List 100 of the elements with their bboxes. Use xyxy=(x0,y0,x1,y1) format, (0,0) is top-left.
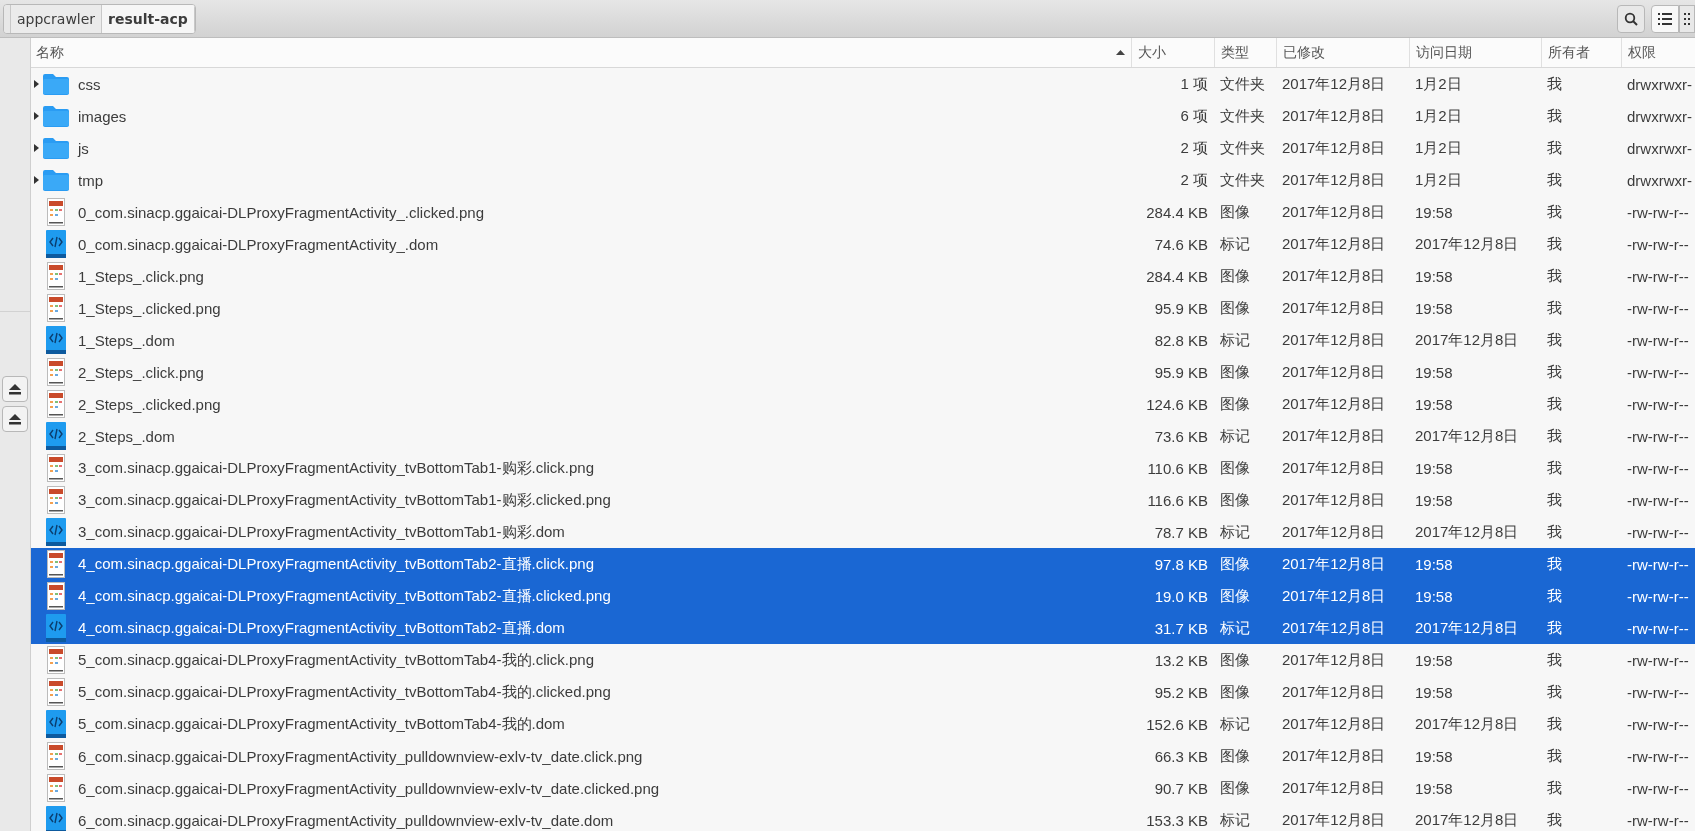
image-thumbnail-icon xyxy=(47,198,65,226)
file-size: 31.7 KB xyxy=(1153,619,1209,637)
file-size: 284.4 KB xyxy=(1145,267,1209,285)
image-thumbnail-icon xyxy=(47,582,65,610)
file-owner: 我 xyxy=(1546,298,1563,318)
file-name: 0_com.sinacp.ggaicai-DLProxyFragmentActivity_.dom xyxy=(78,235,439,253)
sort-ascending-icon xyxy=(1116,50,1125,55)
column-header[interactable]: 大小 xyxy=(1131,38,1214,67)
modified-date: 2017年12月8日 xyxy=(1281,522,1387,542)
file-row[interactable]: 1_Steps_.click.png 284.4 KB 图像 2017年12月8日 19:58 我 -rw-rw-r-- xyxy=(31,260,1695,292)
modified-date: 2017年12月8日 xyxy=(1281,458,1387,478)
file-permissions: drwxrwxr- xyxy=(1626,139,1693,157)
file-row[interactable]: 4_com.sinacp.ggaicai-DLProxyFragmentActivity_tvBottomTab2-直播.clicked.png 19.0 KB 图像 2017年12月8日 19:58 我 -rw-rw-r-- xyxy=(31,580,1695,612)
file-row[interactable]: 5_com.sinacp.ggaicai-DLProxyFragmentActivity_tvBottomTab4-我的.clicked.png 95.2 KB 图像 2017年12月8日 19:58 我 -rw-rw-r-- xyxy=(31,676,1695,708)
file-permissions: -rw-rw-r-- xyxy=(1626,811,1690,829)
file-size: 90.7 KB xyxy=(1153,779,1209,797)
grid-icon xyxy=(1684,12,1690,25)
code-file-icon xyxy=(46,806,66,831)
code-file-icon xyxy=(46,614,66,642)
modified-date: 2017年12月8日 xyxy=(1281,490,1387,510)
file-row[interactable]: 2_Steps_.click.png 95.9 KB 图像 2017年12月8日 19:58 我 -rw-rw-r-- xyxy=(31,356,1695,388)
breadcrumb-item[interactable]: result-acp xyxy=(102,4,195,33)
file-permissions: -rw-rw-r-- xyxy=(1626,267,1690,285)
file-row[interactable]: 3_com.sinacp.ggaicai-DLProxyFragmentActivity_tvBottomTab1-购彩.click.png 110.6 KB 图像 2017年12月8日 19:58 我 -rw-rw-r-- xyxy=(31,452,1695,484)
file-row[interactable]: images 6 项 文件夹 2017年12月8日 1月2日 我 drwxrwxr- xyxy=(31,100,1695,132)
file-name: 6_com.sinacp.ggaicai-DLProxyFragmentActivity_pulldownview-exlv-tv_date.clicked.png xyxy=(78,779,660,797)
file-row[interactable]: js 2 项 文件夹 2017年12月8日 1月2日 我 drwxrwxr- xyxy=(31,132,1695,164)
accessed-date: 19:58 xyxy=(1414,459,1454,477)
file-type: 标记 xyxy=(1219,234,1251,254)
modified-date: 2017年12月8日 xyxy=(1281,554,1387,574)
folder-icon xyxy=(42,73,70,95)
column-header[interactable]: 类型 xyxy=(1214,38,1276,67)
search-button[interactable] xyxy=(1617,4,1645,33)
file-owner: 我 xyxy=(1546,234,1563,254)
file-row[interactable]: 1_Steps_.dom 82.8 KB 标记 2017年12月8日 2017年12月8日 我 -rw-rw-r-- xyxy=(31,324,1695,356)
file-type: 图像 xyxy=(1219,778,1251,798)
folder-icon xyxy=(42,105,70,127)
file-row[interactable]: 6_com.sinacp.ggaicai-DLProxyFragmentActivity_pulldownview-exlv-tv_date.click.png 66.3 KB 图像 2017年12月8日 19:58 我 -rw-rw-r-- xyxy=(31,740,1695,772)
expander-icon[interactable] xyxy=(33,112,39,120)
modified-date: 2017年12月8日 xyxy=(1281,618,1387,638)
column-label: 权限 xyxy=(1628,43,1656,62)
accessed-date: 2017年12月8日 xyxy=(1414,618,1520,638)
file-row[interactable]: 5_com.sinacp.ggaicai-DLProxyFragmentActivity_tvBottomTab4-我的.dom 152.6 KB 标记 2017年12月8日 2017年12月8日 我 -rw-rw-r-- xyxy=(31,708,1695,740)
eject-button[interactable] xyxy=(2,376,28,402)
modified-date: 2017年12月8日 xyxy=(1281,650,1387,670)
file-row[interactable]: 2_Steps_.clicked.png 124.6 KB 图像 2017年12月8日 19:58 我 -rw-rw-r-- xyxy=(31,388,1695,420)
file-permissions: -rw-rw-r-- xyxy=(1626,459,1690,477)
column-header[interactable]: 权限 xyxy=(1621,38,1695,67)
accessed-date: 19:58 xyxy=(1414,555,1454,573)
list-view-button[interactable] xyxy=(1651,4,1679,33)
file-row[interactable]: 5_com.sinacp.ggaicai-DLProxyFragmentActivity_tvBottomTab4-我的.click.png 13.2 KB 图像 2017年12月8日 19:58 我 -rw-rw-r-- xyxy=(31,644,1695,676)
file-type: 文件夹 xyxy=(1219,74,1266,94)
expander-icon[interactable] xyxy=(33,80,39,88)
file-type: 图像 xyxy=(1219,586,1251,606)
file-size: 13.2 KB xyxy=(1153,651,1209,669)
file-row[interactable]: tmp 2 项 文件夹 2017年12月8日 1月2日 我 drwxrwxr- xyxy=(31,164,1695,196)
file-row[interactable]: 3_com.sinacp.ggaicai-DLProxyFragmentActivity_tvBottomTab1-购彩.clicked.png 116.6 KB 图像 2017年12月8日 19:58 我 -rw-rw-r-- xyxy=(31,484,1695,516)
file-permissions: -rw-rw-r-- xyxy=(1626,779,1690,797)
expander-icon[interactable] xyxy=(33,144,39,152)
grid-view-button[interactable] xyxy=(1679,4,1695,33)
accessed-date: 19:58 xyxy=(1414,363,1454,381)
file-row[interactable]: 1_Steps_.clicked.png 95.9 KB 图像 2017年12月8日 19:58 我 -rw-rw-r-- xyxy=(31,292,1695,324)
file-row[interactable]: css 1 项 文件夹 2017年12月8日 1月2日 我 drwxrwxr- xyxy=(31,68,1695,100)
column-header[interactable]: 已修改 xyxy=(1276,38,1409,67)
file-size: 110.6 KB xyxy=(1146,459,1209,477)
modified-date: 2017年12月8日 xyxy=(1281,330,1387,350)
file-row[interactable]: 0_com.sinacp.ggaicai-DLProxyFragmentActivity_.clicked.png 284.4 KB 图像 2017年12月8日 19:58 我 -rw-rw-r-- xyxy=(31,196,1695,228)
search-icon xyxy=(1624,11,1638,26)
file-type: 图像 xyxy=(1219,202,1251,222)
file-row[interactable]: 0_com.sinacp.ggaicai-DLProxyFragmentActivity_.dom 74.6 KB 标记 2017年12月8日 2017年12月8日 我 -rw-rw-r-- xyxy=(31,228,1695,260)
file-row[interactable]: 4_com.sinacp.ggaicai-DLProxyFragmentActivity_tvBottomTab2-直播.dom 31.7 KB 标记 2017年12月8日 2017年12月8日 我 -rw-rw-r-- xyxy=(31,612,1695,644)
file-size: 95.9 KB xyxy=(1153,299,1209,317)
file-row[interactable]: 4_com.sinacp.ggaicai-DLProxyFragmentActivity_tvBottomTab2-直播.click.png 97.8 KB 图像 2017年12月8日 19:58 我 -rw-rw-r-- xyxy=(31,548,1695,580)
column-label: 所有者 xyxy=(1548,43,1590,62)
file-owner: 我 xyxy=(1546,394,1563,414)
image-thumbnail-icon xyxy=(47,486,65,514)
file-owner: 我 xyxy=(1546,618,1563,638)
image-thumbnail-icon xyxy=(47,678,65,706)
file-name: images xyxy=(78,107,127,125)
expander-icon[interactable] xyxy=(33,176,39,184)
column-header[interactable]: 名称 xyxy=(31,38,1131,67)
file-row[interactable]: 6_com.sinacp.ggaicai-DLProxyFragmentActivity_pulldownview-exlv-tv_date.dom 153.3 KB 标记 2017年12月8日 2017年12月8日 我 -rw-rw-r-- xyxy=(31,804,1695,831)
file-row[interactable]: 6_com.sinacp.ggaicai-DLProxyFragmentActivity_pulldownview-exlv-tv_date.clicked.png 90.7 KB 图像 2017年12月8日 19:58 我 -rw-rw-r-- xyxy=(31,772,1695,804)
column-label: 访问日期 xyxy=(1416,43,1472,62)
file-row[interactable]: 3_com.sinacp.ggaicai-DLProxyFragmentActivity_tvBottomTab1-购彩.dom 78.7 KB 标记 2017年12月8日 2017年12月8日 我 -rw-rw-r-- xyxy=(31,516,1695,548)
file-permissions: -rw-rw-r-- xyxy=(1626,715,1690,733)
file-row[interactable]: 2_Steps_.dom 73.6 KB 标记 2017年12月8日 2017年12月8日 我 -rw-rw-r-- xyxy=(31,420,1695,452)
file-name: 1_Steps_.click.png xyxy=(78,267,204,285)
column-header[interactable]: 所有者 xyxy=(1541,38,1621,67)
image-thumbnail-icon xyxy=(47,358,65,386)
column-header[interactable]: 访问日期 xyxy=(1409,38,1541,67)
file-name: 6_com.sinacp.ggaicai-DLProxyFragmentActivity_pulldownview-exlv-tv_date.click.png xyxy=(78,747,643,765)
modified-date: 2017年12月8日 xyxy=(1281,810,1387,830)
accessed-date: 19:58 xyxy=(1414,395,1454,413)
file-name: 2_Steps_.dom xyxy=(78,427,175,445)
modified-date: 2017年12月8日 xyxy=(1281,682,1387,702)
file-size: 124.6 KB xyxy=(1145,395,1209,413)
file-owner: 我 xyxy=(1546,74,1563,94)
eject-button[interactable] xyxy=(2,406,28,432)
file-owner: 我 xyxy=(1546,490,1563,510)
